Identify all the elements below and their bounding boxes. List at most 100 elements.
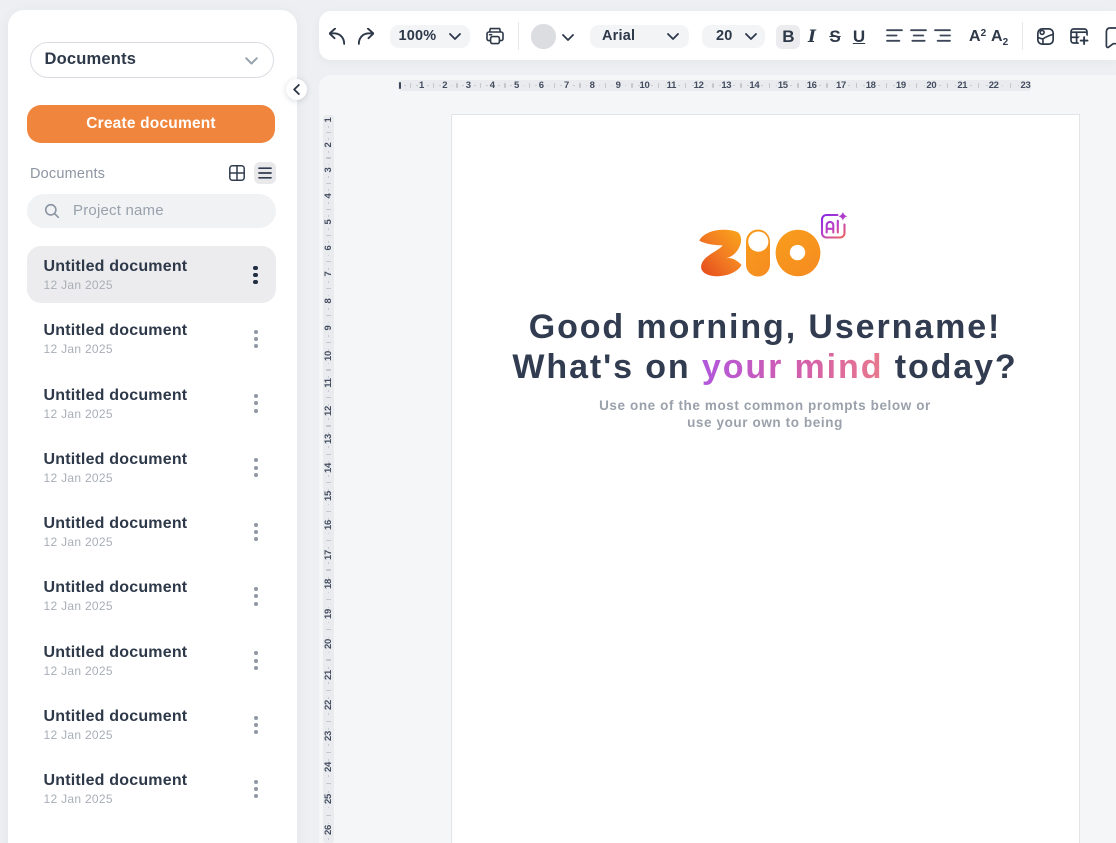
vertical-ruler[interactable]: 1234567891011121314151617181920212223242… [323, 115, 334, 843]
subscript-base: A [991, 28, 1003, 45]
document-list-item[interactable]: Untitled document 12 Jan 2025 [27, 439, 276, 496]
align-right-button[interactable] [930, 23, 954, 47]
document-list-item[interactable]: Untitled document 12 Jan 2025 [27, 760, 276, 817]
ruler-tick [326, 629, 331, 630]
ruler-dot [328, 335, 330, 337]
ruler-tick [326, 369, 331, 370]
kebab-dot [254, 523, 258, 527]
ruler-number: 9 [323, 323, 334, 334]
document-menu-button[interactable] [251, 780, 260, 799]
ruler-dot [848, 85, 850, 87]
ruler-dot [924, 85, 926, 87]
ruler-dot [560, 85, 562, 87]
ruler-dot [328, 791, 330, 793]
document-title: Untitled document [44, 515, 188, 533]
document-list-item[interactable]: Untitled document 12 Jan 2025 [27, 567, 276, 624]
chevron-down-icon [245, 57, 258, 65]
document-menu-button[interactable] [251, 458, 260, 477]
document-list-item[interactable]: Untitled document 12 Jan 2025 [27, 375, 276, 432]
document-menu-button[interactable] [251, 523, 260, 542]
document-menu-button[interactable] [251, 266, 260, 285]
ruler-dot [328, 652, 330, 654]
document-list-item[interactable]: Untitled document 12 Jan 2025 [27, 696, 276, 753]
italic-button[interactable]: I [800, 25, 824, 49]
ruler-number: 1 [323, 114, 334, 125]
ruler-number: 23 [323, 731, 334, 742]
document-list-item[interactable]: Untitled document 12 Jan 2025 [27, 632, 276, 689]
ruler-dot [328, 533, 330, 535]
align-right-icon [934, 29, 951, 42]
ruler-tick [326, 783, 331, 784]
ruler-dot [573, 85, 575, 87]
insert-image-button[interactable] [1037, 28, 1054, 45]
undo-button[interactable] [328, 27, 346, 45]
document-menu-button[interactable] [251, 587, 260, 606]
grid-view-button[interactable] [226, 162, 248, 184]
kebab-dot [254, 409, 258, 413]
text-color-button[interactable] [531, 24, 556, 49]
subtitle-line2: use your own to being [687, 415, 843, 430]
ruler-number: 21 [323, 669, 334, 680]
horizontal-ruler[interactable]: 1234567891011121314151617181920212223 [398, 80, 1032, 91]
document-menu-button[interactable] [251, 394, 260, 413]
ruler-tick [326, 752, 331, 753]
underline-button[interactable]: U [847, 25, 871, 49]
bold-button[interactable]: B [776, 25, 800, 49]
align-left-button[interactable] [882, 23, 906, 47]
subscript-button[interactable]: A2 [991, 28, 1008, 48]
font-family-value: Arial [602, 28, 635, 44]
text-color-dropdown[interactable] [561, 33, 574, 43]
ruler-tick [579, 83, 580, 88]
ruler-dot [328, 308, 330, 310]
ruler-tick [886, 83, 887, 88]
document-page[interactable]: Good morning, Username! What's on your m… [451, 114, 1080, 843]
zoom-value: 100% [399, 28, 437, 44]
document-list-item[interactable]: Untitled document 12 Jan 2025 [27, 503, 276, 560]
strikethrough-button[interactable]: S [823, 25, 847, 49]
list-view-icon [258, 167, 272, 179]
ruler-number: 11 [323, 378, 334, 389]
ruler-tick [978, 83, 979, 88]
superscript-button[interactable]: A2 [969, 28, 986, 46]
document-list-item[interactable]: Untitled document 12 Jan 2025 [27, 310, 276, 367]
document-date: 12 Jan 2025 [44, 278, 113, 292]
ruler-number: 20 [323, 639, 334, 650]
print-button[interactable] [484, 25, 506, 47]
kebab-dot [254, 787, 258, 791]
zoom-dropdown[interactable]: 100% [390, 25, 471, 49]
search-input[interactable] [73, 202, 253, 219]
kebab-dot [254, 659, 258, 663]
ruler-number: 26 [323, 825, 334, 836]
redo-button[interactable] [357, 27, 375, 45]
list-view-button[interactable] [254, 162, 276, 184]
ruler-tick [631, 83, 632, 88]
document-menu-button[interactable] [251, 716, 260, 735]
font-family-dropdown[interactable]: Arial [590, 25, 689, 49]
ruler-number: 5 [514, 81, 519, 90]
font-size-dropdown[interactable]: 20 [702, 25, 765, 49]
create-document-button[interactable]: Create document [27, 105, 275, 144]
kebab-dot [254, 330, 258, 334]
ruler-tick [605, 83, 606, 88]
subscript-mark: 2 [1003, 37, 1009, 48]
kebab-dot [254, 587, 258, 591]
document-list-item[interactable]: Untitled document 12 Jan 2025 [27, 246, 276, 303]
insert-table-button[interactable] [1069, 26, 1091, 46]
workspace-selector-label: Documents [45, 50, 137, 69]
ruler-dot [328, 775, 330, 777]
ruler-dot [474, 85, 476, 87]
document-menu-button[interactable] [251, 330, 260, 349]
comments-button[interactable] [1105, 27, 1116, 49]
ruler-tick [685, 83, 686, 88]
ruler-number: 12 [323, 406, 334, 417]
sidebar-collapse-button[interactable] [286, 79, 307, 100]
ruler-number: 21 [957, 81, 967, 90]
ruler-number: 13 [721, 81, 731, 90]
align-center-button[interactable] [906, 23, 930, 47]
ruler-number: 8 [590, 81, 595, 90]
ruler-margin-marker[interactable] [399, 82, 402, 89]
kebab-dot [254, 458, 258, 462]
workspace-selector[interactable]: Documents [30, 42, 274, 78]
document-menu-button[interactable] [251, 651, 260, 670]
sparkle-icon [838, 211, 847, 220]
